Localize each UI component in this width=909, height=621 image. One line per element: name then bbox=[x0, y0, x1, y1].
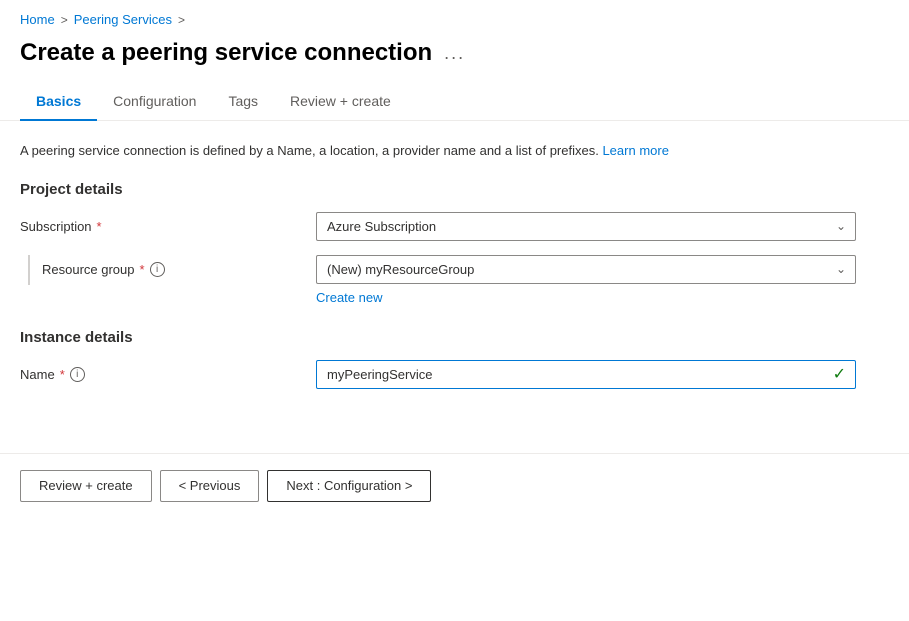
subscription-dropdown[interactable]: Azure Subscription bbox=[316, 212, 856, 241]
instance-details-title: Instance details bbox=[20, 329, 889, 346]
name-control: ✓ bbox=[316, 360, 889, 389]
previous-button[interactable]: < Previous bbox=[160, 470, 260, 502]
page-menu-dots[interactable]: ... bbox=[444, 43, 465, 64]
subscription-label: Subscription bbox=[20, 219, 92, 234]
resource-group-required: * bbox=[140, 262, 145, 277]
tab-basics[interactable]: Basics bbox=[20, 83, 97, 121]
next-button[interactable]: Next : Configuration > bbox=[267, 470, 431, 502]
breadcrumb-sep2: > bbox=[178, 13, 185, 27]
page-header: Create a peering service connection ... bbox=[0, 35, 909, 83]
name-row: Name * i ✓ bbox=[20, 360, 889, 389]
name-label: Name bbox=[20, 367, 55, 382]
name-required: * bbox=[60, 367, 65, 382]
info-text: A peering service connection is defined … bbox=[20, 141, 889, 161]
name-valid-icon: ✓ bbox=[833, 364, 846, 384]
resource-group-dropdown-wrapper: (New) myResourceGroup ⌄ bbox=[316, 255, 856, 284]
instance-details-section: Instance details Name * i ✓ bbox=[20, 329, 889, 389]
tab-tags[interactable]: Tags bbox=[212, 83, 274, 121]
breadcrumb: Home > Peering Services > bbox=[0, 0, 909, 35]
footer: Review + create < Previous Next : Config… bbox=[0, 454, 909, 518]
indent-bar bbox=[28, 255, 30, 285]
subscription-label-col: Subscription * bbox=[20, 212, 300, 234]
name-info-icon[interactable]: i bbox=[70, 367, 85, 382]
name-label-col: Name * i bbox=[20, 360, 300, 382]
breadcrumb-sep1: > bbox=[61, 13, 68, 27]
learn-more-link[interactable]: Learn more bbox=[602, 143, 668, 158]
subscription-row: Subscription * Azure Subscription ⌄ bbox=[20, 212, 889, 241]
subscription-control: Azure Subscription ⌄ bbox=[316, 212, 889, 241]
resource-group-label: Resource group bbox=[42, 262, 135, 277]
resource-group-dropdown[interactable]: (New) myResourceGroup bbox=[316, 255, 856, 284]
subscription-required: * bbox=[97, 219, 102, 234]
resource-group-label-col: Resource group * i bbox=[20, 255, 300, 285]
main-content: A peering service connection is defined … bbox=[0, 121, 909, 433]
breadcrumb-peering-services[interactable]: Peering Services bbox=[74, 12, 172, 27]
resource-group-row: Resource group * i (New) myResourceGroup… bbox=[20, 255, 889, 305]
page-title: Create a peering service connection bbox=[20, 39, 432, 67]
tab-configuration[interactable]: Configuration bbox=[97, 83, 212, 121]
tab-review-create[interactable]: Review + create bbox=[274, 83, 407, 121]
project-details-title: Project details bbox=[20, 181, 889, 198]
create-new-link[interactable]: Create new bbox=[316, 290, 382, 305]
resource-group-info-icon[interactable]: i bbox=[150, 262, 165, 277]
subscription-dropdown-wrapper: Azure Subscription ⌄ bbox=[316, 212, 856, 241]
project-details-section: Project details Subscription * Azure Sub… bbox=[20, 181, 889, 305]
name-input[interactable] bbox=[316, 360, 856, 389]
breadcrumb-home[interactable]: Home bbox=[20, 12, 55, 27]
resource-group-control: (New) myResourceGroup ⌄ Create new bbox=[316, 255, 889, 305]
resource-group-label-inner: Resource group * i bbox=[42, 255, 165, 277]
name-input-wrapper: ✓ bbox=[316, 360, 856, 389]
tabs-container: Basics Configuration Tags Review + creat… bbox=[0, 83, 909, 121]
review-create-button[interactable]: Review + create bbox=[20, 470, 152, 502]
